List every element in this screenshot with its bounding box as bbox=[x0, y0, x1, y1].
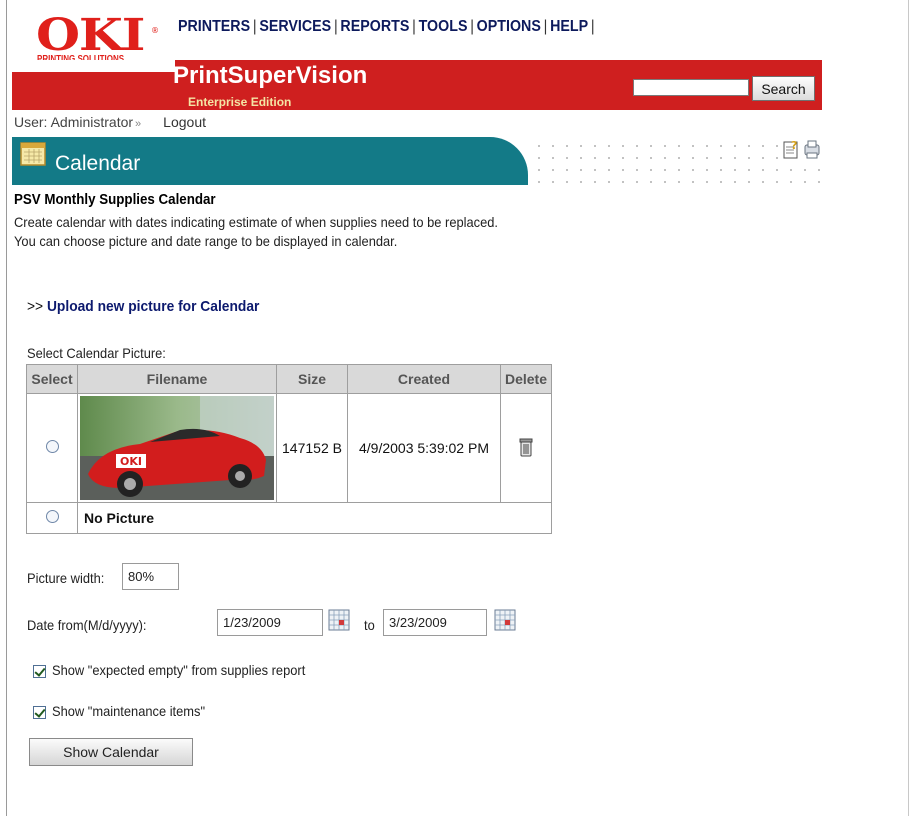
trash-icon[interactable] bbox=[519, 437, 533, 457]
nav-separator: | bbox=[333, 18, 338, 35]
nav-separator: | bbox=[412, 18, 416, 35]
column-header-select: Select bbox=[26, 364, 78, 394]
expected-empty-label: Show "expected empty" from supplies repo… bbox=[52, 662, 306, 678]
nav-services[interactable]: SERVICES bbox=[259, 18, 331, 35]
created-cell: 4/9/2003 5:39:02 PM bbox=[347, 393, 501, 503]
table-header-row: Select Filename Size Created Delete bbox=[26, 364, 552, 394]
date-from-calendar-icon[interactable] bbox=[328, 609, 350, 631]
nav-reports[interactable]: REPORTS bbox=[340, 18, 409, 35]
date-from-label: Date from(M/d/yyyy): bbox=[27, 617, 147, 633]
date-from-input[interactable] bbox=[217, 609, 323, 636]
column-header-created: Created bbox=[347, 364, 501, 394]
nav-tools[interactable]: TOOLS bbox=[419, 18, 468, 35]
user-bar: User: Administrator» Logout bbox=[14, 114, 206, 130]
show-calendar-button[interactable]: Show Calendar bbox=[29, 738, 193, 766]
column-header-delete: Delete bbox=[500, 364, 552, 394]
nav-options[interactable]: OPTIONS bbox=[477, 18, 541, 35]
select-picture-label: Select Calendar Picture: bbox=[27, 345, 166, 361]
svg-text:?: ? bbox=[791, 139, 797, 152]
top-navigation: PRINTERS | SERVICES | REPORTS | TOOLS | OPTIONS |… bbox=[178, 18, 597, 36]
select-cell bbox=[26, 502, 78, 534]
page-title: PSV Monthly Supplies Calendar bbox=[14, 192, 216, 208]
nav-separator: | bbox=[470, 18, 474, 35]
picture-width-input[interactable] bbox=[122, 563, 179, 590]
size-cell: 147152 B bbox=[276, 393, 348, 503]
logout-link[interactable]: Logout bbox=[163, 114, 206, 130]
maintenance-items-checkbox[interactable] bbox=[33, 706, 46, 719]
nav-separator: | bbox=[543, 18, 548, 35]
nav-help[interactable]: HELP bbox=[550, 18, 588, 35]
search-input[interactable] bbox=[633, 79, 749, 96]
toolbar-icons: ? bbox=[781, 139, 823, 161]
column-header-filename: Filename bbox=[77, 364, 277, 394]
delete-cell bbox=[500, 393, 552, 503]
logo-wordmark: OKI bbox=[36, 10, 145, 61]
oki-logo[interactable]: OKI ® PRINTING SOLUTIONS bbox=[12, 10, 162, 66]
picture-table: Select Filename Size Created Delete OKI … bbox=[26, 364, 552, 534]
nav-separator: | bbox=[252, 18, 257, 35]
description-line: You can choose picture and date range to… bbox=[14, 233, 398, 249]
date-to-calendar-icon[interactable] bbox=[494, 609, 516, 631]
product-name: PrintSuperVision bbox=[173, 62, 368, 89]
picture-thumbnail[interactable]: OKI bbox=[80, 396, 274, 500]
table-row: No Picture bbox=[26, 502, 552, 534]
product-edition: Enterprise Edition bbox=[188, 95, 292, 109]
user-label: User: Administrator bbox=[14, 114, 134, 130]
description-line: Create calendar with dates indicating es… bbox=[14, 214, 499, 230]
double-arrow-icon: » bbox=[135, 118, 142, 130]
no-picture-label: No Picture bbox=[77, 502, 552, 534]
print-icon[interactable] bbox=[804, 140, 820, 159]
maintenance-items-label: Show "maintenance items" bbox=[52, 703, 206, 719]
nav-separator: | bbox=[590, 18, 595, 35]
column-header-size: Size bbox=[276, 364, 348, 394]
no-picture-radio[interactable] bbox=[45, 510, 59, 523]
nav-printers[interactable]: PRINTERS bbox=[178, 18, 250, 35]
calendar-icon bbox=[20, 142, 46, 166]
filename-cell: OKI bbox=[77, 393, 277, 503]
upload-picture-link[interactable]: Upload new picture for Calendar bbox=[47, 298, 259, 315]
link-prefix: >> bbox=[27, 298, 44, 315]
upload-row: >> Upload new picture for Calendar bbox=[27, 298, 259, 315]
help-icon[interactable]: ? bbox=[783, 139, 798, 159]
picture-width-label: Picture width: bbox=[27, 570, 105, 586]
picture-radio[interactable] bbox=[45, 440, 59, 453]
page-description: Create calendar with dates indicating es… bbox=[14, 213, 498, 251]
search-button[interactable]: Search bbox=[752, 76, 815, 101]
section-title: Calendar bbox=[55, 152, 141, 175]
expected-empty-checkbox[interactable] bbox=[33, 665, 46, 678]
svg-text:OKI: OKI bbox=[120, 455, 142, 468]
logo-registered-mark: ® bbox=[151, 26, 159, 35]
logo-cutout bbox=[12, 60, 175, 72]
date-to-input[interactable] bbox=[383, 609, 487, 636]
table-row: OKI 147152 B 4/9/2003 5:39:02 PM bbox=[26, 393, 552, 503]
date-to-label: to bbox=[364, 617, 375, 633]
select-cell bbox=[26, 393, 78, 503]
